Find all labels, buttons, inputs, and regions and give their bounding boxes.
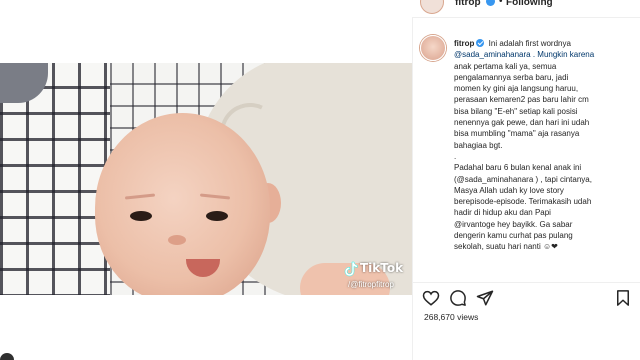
tiktok-handle: /@fitropfitrop (348, 280, 394, 289)
caption-line: bisa bilang "E-eh" setiap kali posisi (454, 106, 578, 116)
caption-avatar[interactable] (420, 35, 446, 61)
media-baby-eye-right (206, 211, 228, 221)
caption-line: hadir di hidup aku dan Papi (454, 208, 551, 218)
caption-line: Masya Allah udah ky love story (454, 185, 564, 195)
media-baby-head (95, 113, 270, 295)
caption-mention-line[interactable]: (@sada_aminahanara ) , tapi cintanya, (454, 174, 634, 185)
caption-line: dengerin kamu curhat pas pulang (454, 231, 573, 241)
views-count[interactable]: 268,670 views (424, 312, 478, 322)
caption-line: nenennya gak pewe, dan hari ini udah (454, 118, 590, 128)
instagram-post-page: fitrop • Following TikTok /@fitropfitrop… (0, 0, 640, 360)
post-caption: fitrop Ini adalah first wordnya @sada_am… (454, 38, 634, 253)
caption-line: momen ky gini aja langsung haruu, (454, 84, 579, 94)
caption-mention-line[interactable]: @irvantoge hey bayikk. Ga sabar (454, 219, 634, 230)
caption-line: berepisode-episode. Terimakasih udah (454, 197, 592, 207)
caption-username[interactable]: fitrop (454, 39, 474, 48)
page-corner-indicator (0, 353, 14, 360)
following-button[interactable]: Following (506, 0, 553, 8)
media-baby-eye-left (130, 211, 152, 221)
caption-first-line: fitrop Ini adalah first wordnya (454, 38, 634, 49)
heart-icon[interactable] (422, 289, 440, 307)
caption-line: bisa mumbling "mama" aja rasanya (454, 129, 580, 139)
caption-line: Ini adalah first wordnya (486, 39, 571, 48)
caption-mention-line[interactable]: @sada_aminahanara . Mungkin karena (454, 49, 634, 60)
post-media-video[interactable]: TikTok /@fitropfitrop (0, 63, 412, 295)
tiktok-logo-icon (344, 261, 358, 277)
verified-badge-icon (476, 39, 485, 47)
tiktok-label: TikTok (360, 261, 404, 275)
post-action-bar (412, 282, 640, 314)
bookmark-icon[interactable] (614, 289, 632, 307)
media-baby-nose (168, 235, 186, 245)
comment-icon[interactable] (449, 289, 467, 307)
caption-line: perasaan kemaren2 pas baru lahir cm (454, 95, 589, 105)
header-username[interactable]: fitrop (455, 0, 481, 8)
share-icon[interactable] (476, 289, 494, 307)
caption-line: anak pertama kali ya, semua (454, 61, 557, 71)
caption-line: bahagiaa bgt. (454, 140, 503, 150)
caption-line: . (454, 151, 457, 161)
header-separator: • (499, 0, 503, 7)
caption-line: Padahal baru 6 bulan kenal anak ini (454, 163, 582, 173)
caption-line: sekolah, suatu hari nanti ☺❤ (454, 242, 558, 252)
caption-line: pengalamannya serba baru, jadi (454, 72, 569, 82)
